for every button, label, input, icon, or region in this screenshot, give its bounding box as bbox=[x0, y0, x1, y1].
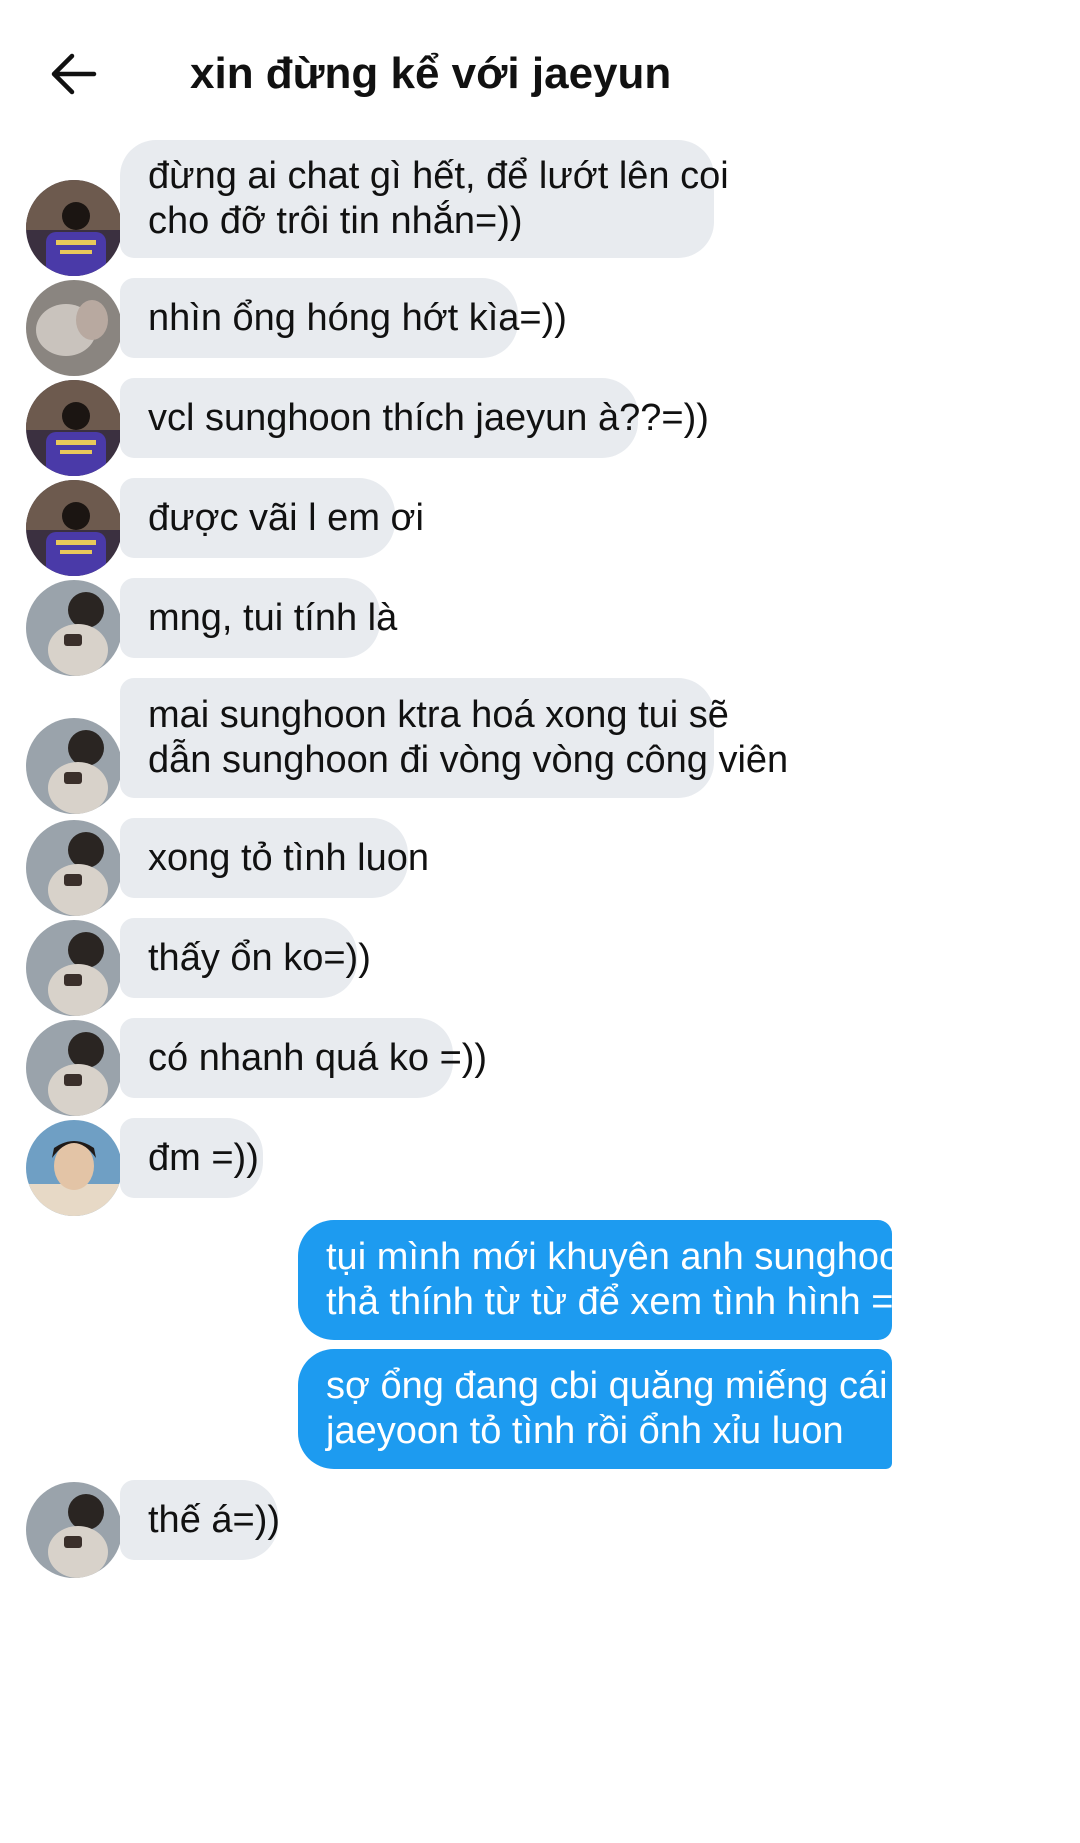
message-text: xong tỏ tình luon bbox=[148, 836, 429, 879]
avatar-user-phone[interactable] bbox=[26, 1020, 122, 1116]
avatar-user-phone[interactable] bbox=[26, 920, 122, 1016]
message-text: mai sunghoon ktra hoá xong tui sẽ bbox=[148, 694, 729, 736]
message-bubble-incoming[interactable]: có nhanh quá ko =)) bbox=[120, 1018, 488, 1098]
message-text: đm =)) bbox=[148, 1136, 259, 1179]
message-bubble-outgoing[interactable]: sợ ổng đang cbi quăng miếng cái anh jaey… bbox=[298, 1349, 962, 1469]
message-text: jaeyoon tỏ tình rồi ổnh xỉu luon bbox=[326, 1410, 844, 1452]
message-text: sợ ổng đang cbi quăng miếng cái anh bbox=[326, 1365, 962, 1407]
message-bubble-incoming[interactable]: thấy ổn ko=)) bbox=[120, 918, 371, 998]
message-text: đừng ai chat gì hết, để lướt lên coi bbox=[148, 155, 729, 197]
message-text: được vãi l em ơi bbox=[148, 496, 424, 539]
message-bubble-incoming[interactable]: đm =)) bbox=[120, 1118, 263, 1198]
message-text: thấy ổn ko=)) bbox=[148, 936, 371, 979]
message-text: cho đỡ trôi tin nhắn=)) bbox=[148, 200, 523, 242]
avatar-user-grey[interactable] bbox=[26, 280, 122, 376]
avatar-user-portrait[interactable] bbox=[26, 1120, 122, 1216]
message-bubble-outgoing[interactable]: tụi mình mới khuyên anh sunghoon thả thí… bbox=[298, 1220, 922, 1340]
message-bubble-incoming[interactable]: nhìn ổng hóng hớt kìa=)) bbox=[120, 278, 567, 358]
avatar-user-phone[interactable] bbox=[26, 820, 122, 916]
message-text: tụi mình mới khuyên anh sunghoon bbox=[326, 1236, 922, 1278]
message-text: mng, tui tính là bbox=[148, 596, 398, 639]
message-text: thế á=)) bbox=[148, 1498, 281, 1541]
message-bubble-incoming[interactable]: được vãi l em ơi bbox=[120, 478, 424, 558]
message-text: vcl sunghoon thích jaeyun à??=)) bbox=[148, 396, 709, 439]
arrow-left-icon bbox=[51, 53, 97, 95]
back-button[interactable] bbox=[44, 48, 104, 100]
avatar-user-phone[interactable] bbox=[26, 1482, 122, 1578]
message-bubble-incoming[interactable]: mai sunghoon ktra hoá xong tui sẽ dẫn su… bbox=[120, 678, 789, 798]
message-bubble-incoming[interactable]: mng, tui tính là bbox=[120, 578, 398, 658]
conversation-title: xin đừng kể với jaeyun bbox=[190, 49, 672, 98]
message-text: thả thính từ từ để xem tình hình =)) bbox=[326, 1281, 919, 1323]
message-bubble-incoming[interactable]: đừng ai chat gì hết, để lướt lên coi cho… bbox=[120, 140, 729, 258]
avatar-user-purple[interactable] bbox=[26, 380, 122, 476]
chat-header: xin đừng kể với jaeyun bbox=[0, 0, 1080, 150]
message-bubble-incoming[interactable]: vcl sunghoon thích jaeyun à??=)) bbox=[120, 378, 709, 458]
avatar-user-phone[interactable] bbox=[26, 580, 122, 676]
message-bubble-incoming[interactable]: thế á=)) bbox=[120, 1480, 281, 1560]
message-text: dẫn sunghoon đi vòng vòng công viên bbox=[148, 739, 789, 781]
message-bubble-incoming[interactable]: xong tỏ tình luon bbox=[120, 818, 429, 898]
avatar-user-phone[interactable] bbox=[26, 718, 122, 814]
message-text: nhìn ổng hóng hớt kìa=)) bbox=[148, 296, 567, 339]
avatar-user-purple[interactable] bbox=[26, 480, 122, 576]
avatar-user-purple[interactable] bbox=[26, 180, 122, 276]
message-text: có nhanh quá ko =)) bbox=[148, 1036, 488, 1079]
